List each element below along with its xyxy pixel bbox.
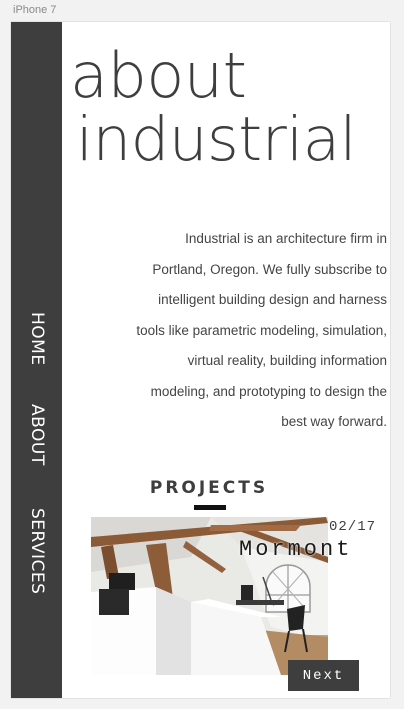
page-title-line-1: about <box>70 39 247 112</box>
projects-heading-underline <box>194 505 226 510</box>
phone-screen: HOME ABOUT SERVICES about industrial Ind… <box>11 22 390 698</box>
next-project-button[interactable]: Next <box>288 660 359 691</box>
nav-item-home[interactable]: HOME <box>26 312 48 366</box>
page-title: about industrial <box>70 44 390 172</box>
page-title-line-2: industrial <box>76 104 357 175</box>
project-name: Mormont <box>239 537 353 562</box>
device-label: iPhone 7 <box>13 4 57 16</box>
side-navigation: HOME ABOUT SERVICES <box>11 22 62 698</box>
projects-heading: PROJECTS <box>149 478 269 498</box>
nav-item-services[interactable]: SERVICES <box>26 508 48 594</box>
intro-paragraph: Industrial is an architecture firm in Po… <box>136 231 387 429</box>
project-index-counter: 02/17 <box>329 519 377 535</box>
nav-item-about[interactable]: ABOUT <box>26 404 48 466</box>
